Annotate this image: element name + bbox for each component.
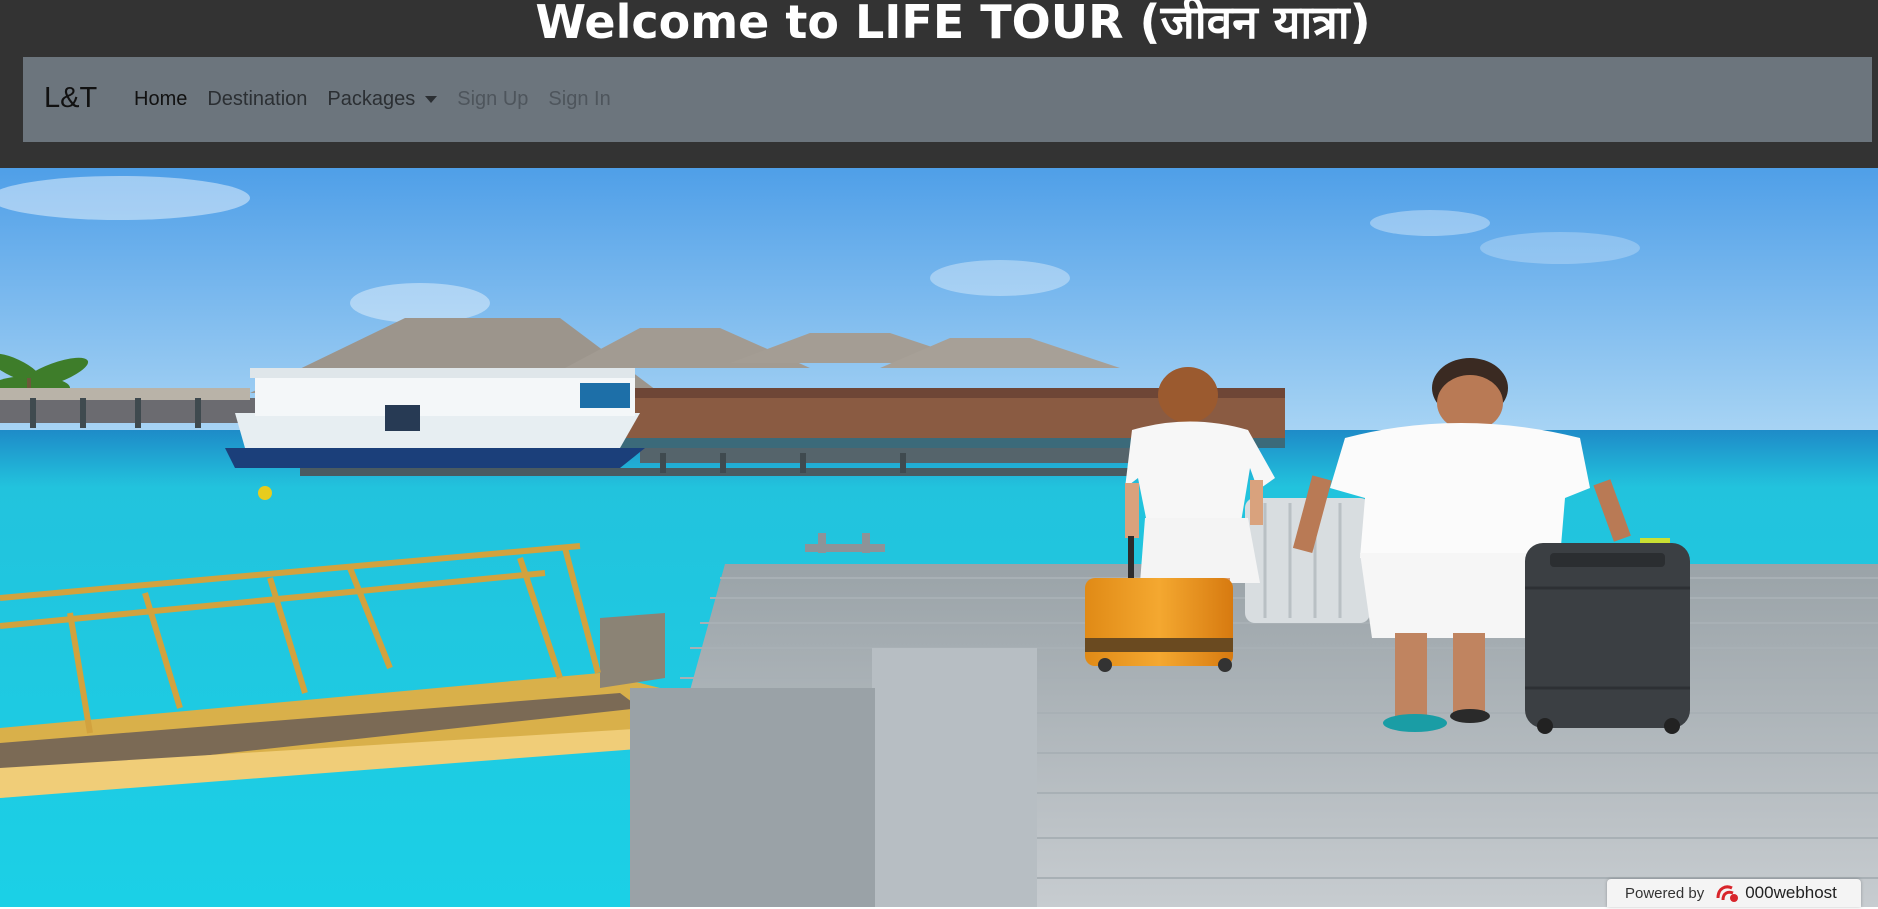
caret-down-icon <box>425 95 438 103</box>
nav-sign-up[interactable]: Sign Up <box>457 84 528 114</box>
nav-destination[interactable]: Destination <box>207 84 307 114</box>
000webhost-brand: 000webhost <box>1745 883 1837 902</box>
powered-by-badge[interactable]: Powered by 000webhost <box>1607 879 1861 907</box>
000webhost-logo-icon <box>1714 882 1742 904</box>
travel-couple-pier-image <box>0 168 1878 907</box>
nav-packages-label: Packages <box>327 88 416 110</box>
navbar-brand[interactable]: L&T <box>44 79 97 117</box>
hero-image <box>0 168 1878 907</box>
nav-sign-in[interactable]: Sign In <box>548 84 610 114</box>
nav-home[interactable]: Home <box>134 84 187 114</box>
nav-menu: Home Destination Packages Sign Up Sign I… <box>134 84 631 114</box>
nav-packages-dropdown[interactable]: Packages <box>327 84 438 114</box>
powered-by-label: Powered by <box>1625 884 1705 902</box>
welcome-title: Welcome to LIFE TOUR (जीवन यात्रा) <box>535 0 1371 46</box>
navbar: L&T Home Destination Packages Sign Up Si… <box>23 57 1872 142</box>
page-header: Welcome to LIFE TOUR (जीवन यात्रा) L&T H… <box>0 0 1878 168</box>
